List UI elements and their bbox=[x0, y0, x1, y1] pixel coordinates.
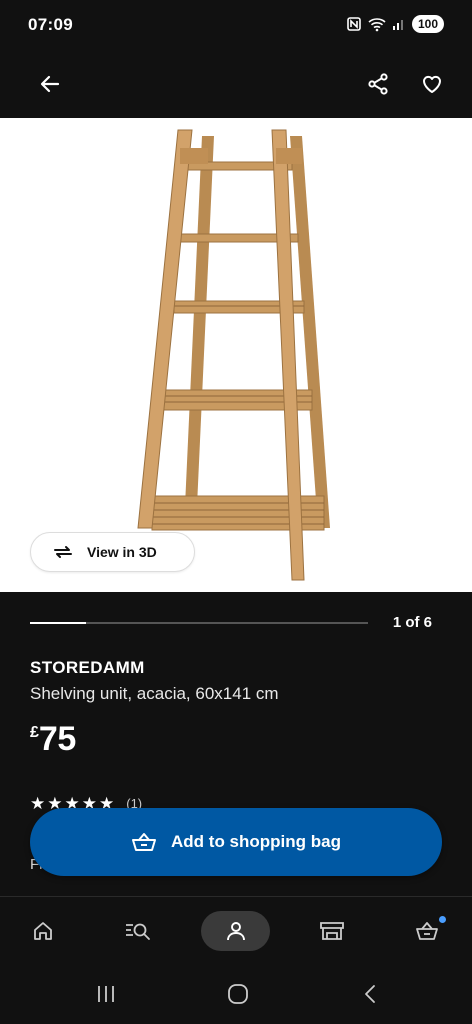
home-circle-icon bbox=[228, 984, 248, 1004]
bottom-navigation bbox=[0, 896, 472, 966]
recents-icon bbox=[98, 986, 114, 1002]
status-bar: 07:09 100 bbox=[0, 0, 472, 52]
price-value: 75 bbox=[38, 720, 76, 758]
search-list-icon bbox=[126, 923, 150, 940]
product-description: Shelving unit, acacia, 60x141 cm bbox=[30, 684, 279, 703]
top-app-bar bbox=[0, 52, 472, 118]
nav-profile[interactable] bbox=[201, 911, 270, 951]
pager-label: 1 of 6 bbox=[392, 614, 432, 631]
heart-icon bbox=[423, 75, 441, 93]
home-icon bbox=[34, 922, 52, 940]
store-icon bbox=[320, 922, 344, 940]
home-system-button[interactable] bbox=[218, 978, 258, 1010]
rotate-3d-icon bbox=[54, 546, 72, 558]
nav-search[interactable] bbox=[114, 911, 162, 951]
pager-progress bbox=[30, 622, 87, 624]
basket-notification-dot bbox=[439, 916, 446, 923]
profile-icon bbox=[226, 922, 245, 941]
gallery-pager: 1 of 6 bbox=[30, 612, 442, 636]
star-icon: ★ bbox=[30, 794, 46, 813]
back-arrow-icon bbox=[40, 75, 60, 93]
signal-icon bbox=[392, 20, 403, 30]
status-time: 07:09 bbox=[28, 15, 73, 34]
favourite-button[interactable] bbox=[410, 62, 454, 106]
add-to-bag-button[interactable]: Add to shopping bag bbox=[30, 808, 442, 876]
basket-icon bbox=[416, 922, 438, 940]
back-button[interactable] bbox=[28, 62, 72, 106]
basket-icon bbox=[132, 833, 157, 851]
product-price: £ 75 bbox=[30, 720, 76, 759]
back-chevron-icon bbox=[365, 985, 375, 1003]
nav-store[interactable] bbox=[308, 911, 356, 951]
wifi-icon bbox=[368, 18, 386, 32]
share-icon bbox=[368, 73, 388, 95]
nav-home[interactable] bbox=[19, 911, 67, 951]
share-button[interactable] bbox=[356, 62, 400, 106]
view-in-3d-button[interactable]: View in 3D bbox=[30, 532, 195, 572]
status-icons: 100 bbox=[346, 15, 444, 33]
nav-basket[interactable] bbox=[404, 911, 452, 951]
view-in-3d-label: View in 3D bbox=[87, 544, 157, 560]
product-name: STOREDAMM bbox=[30, 658, 145, 677]
back-system-button[interactable] bbox=[350, 978, 390, 1010]
product-image-gallery[interactable]: View in 3D bbox=[0, 118, 472, 592]
recents-button[interactable] bbox=[86, 978, 126, 1010]
battery-icon: 100 bbox=[411, 15, 444, 33]
nfc-icon bbox=[347, 17, 361, 31]
system-navigation bbox=[0, 966, 472, 1024]
product-image bbox=[137, 129, 330, 581]
price-currency: £ bbox=[30, 724, 39, 741]
pager-track bbox=[30, 622, 368, 624]
add-to-bag-label: Add to shopping bag bbox=[171, 832, 341, 851]
